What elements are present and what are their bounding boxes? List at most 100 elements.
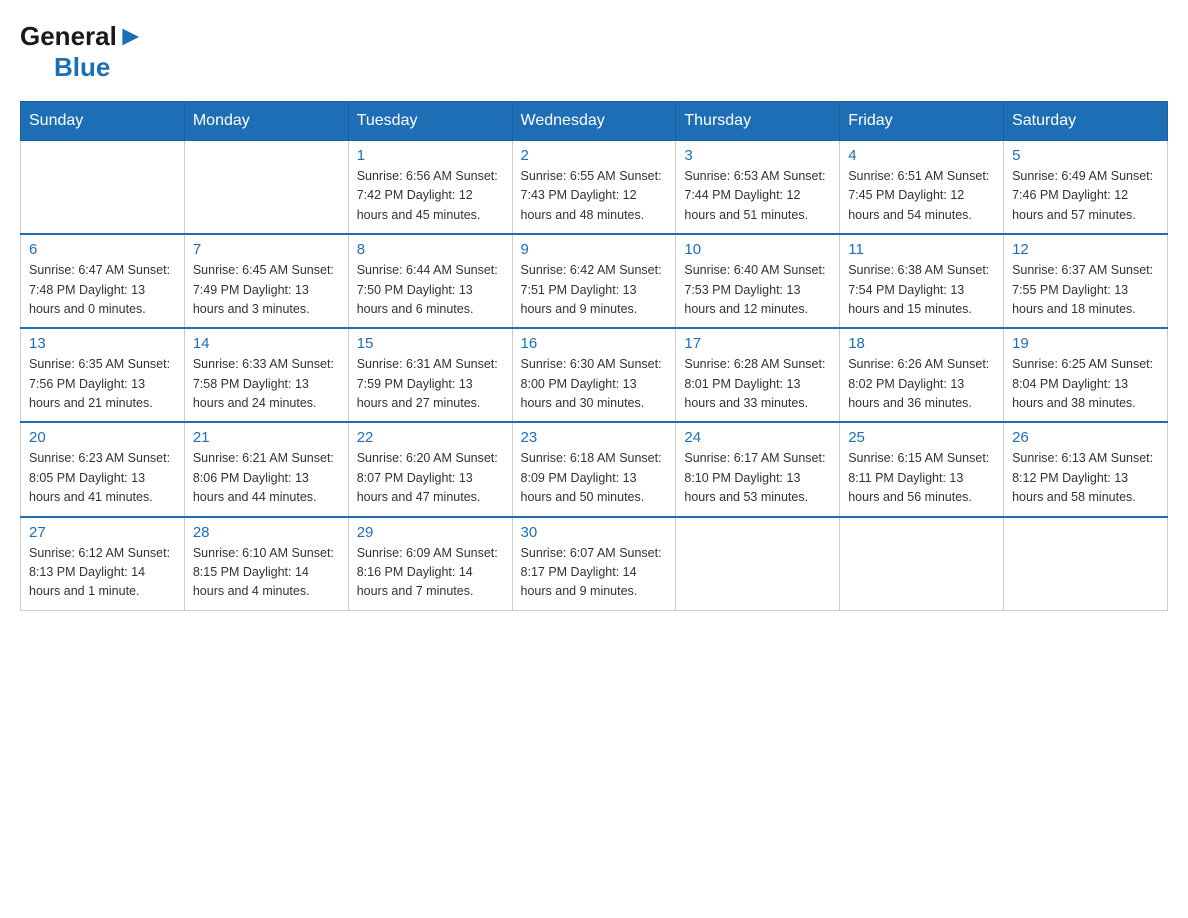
day-info: Sunrise: 6:12 AM Sunset: 8:13 PM Dayligh… [29,544,176,602]
day-info: Sunrise: 6:07 AM Sunset: 8:17 PM Dayligh… [521,544,668,602]
day-number: 18 [848,335,995,352]
day-info: Sunrise: 6:09 AM Sunset: 8:16 PM Dayligh… [357,544,504,602]
calendar-cell: 27 Sunrise: 6:12 AM Sunset: 8:13 PM Dayli… [21,517,185,611]
day-info: Sunrise: 6:13 AM Sunset: 8:12 PM Dayligh… [1012,449,1159,507]
calendar-cell: 4 Sunrise: 6:51 AM Sunset: 7:45 PM Daylig… [840,141,1004,235]
calendar-header-row: SundayMondayTuesdayWednesdayThursdayFrid… [21,102,1168,141]
calendar-cell: 3 Sunrise: 6:53 AM Sunset: 7:44 PM Daylig… [676,141,840,235]
day-info: Sunrise: 6:21 AM Sunset: 8:06 PM Dayligh… [193,449,340,507]
day-number: 8 [357,241,504,258]
calendar-cell: 24 Sunrise: 6:17 AM Sunset: 8:10 PM Dayli… [676,422,840,516]
calendar-cell: 6 Sunrise: 6:47 AM Sunset: 7:48 PM Daylig… [21,234,185,328]
calendar-week-row: 1Sunrise: 6:56 AM Sunset: 7:42 PM Daylig… [21,141,1168,235]
day-info: Sunrise: 6:49 AM Sunset: 7:46 PM Dayligh… [1012,167,1159,225]
day-info: Sunrise: 6:38 AM Sunset: 7:54 PM Dayligh… [848,261,995,319]
col-header-tuesday: Tuesday [348,102,512,141]
day-number: 27 [29,524,176,541]
page-header: General► Blue [20,20,1168,83]
day-info: Sunrise: 6:30 AM Sunset: 8:00 PM Dayligh… [521,355,668,413]
day-info: Sunrise: 6:35 AM Sunset: 7:56 PM Dayligh… [29,355,176,413]
day-info: Sunrise: 6:37 AM Sunset: 7:55 PM Dayligh… [1012,261,1159,319]
day-info: Sunrise: 6:25 AM Sunset: 8:04 PM Dayligh… [1012,355,1159,413]
calendar-cell: 21 Sunrise: 6:21 AM Sunset: 8:06 PM Dayli… [184,422,348,516]
day-number: 25 [848,429,995,446]
day-number: 30 [521,524,668,541]
calendar-cell [1004,517,1168,611]
day-number: 12 [1012,241,1159,258]
calendar-cell: 22 Sunrise: 6:20 AM Sunset: 8:07 PM Dayli… [348,422,512,516]
day-number: 24 [684,429,831,446]
day-number: 10 [684,241,831,258]
calendar-cell [676,517,840,611]
day-info: Sunrise: 6:28 AM Sunset: 8:01 PM Dayligh… [684,355,831,413]
calendar-cell: 11 Sunrise: 6:38 AM Sunset: 7:54 PM Dayli… [840,234,1004,328]
day-number: 6 [29,241,176,258]
day-info: Sunrise: 6:18 AM Sunset: 8:09 PM Dayligh… [521,449,668,507]
day-info: Sunrise: 6:10 AM Sunset: 8:15 PM Dayligh… [193,544,340,602]
col-header-thursday: Thursday [676,102,840,141]
calendar-cell: 8 Sunrise: 6:44 AM Sunset: 7:50 PM Daylig… [348,234,512,328]
logo-general-text: General [20,21,117,52]
day-info: Sunrise: 6:51 AM Sunset: 7:45 PM Dayligh… [848,167,995,225]
col-header-wednesday: Wednesday [512,102,676,141]
day-number: 15 [357,335,504,352]
day-number: 13 [29,335,176,352]
day-number: 9 [521,241,668,258]
day-number: 4 [848,147,995,164]
logo-blue-text: Blue [54,52,110,83]
day-number: 29 [357,524,504,541]
day-number: 23 [521,429,668,446]
day-info: Sunrise: 6:44 AM Sunset: 7:50 PM Dayligh… [357,261,504,319]
calendar-cell: 15 Sunrise: 6:31 AM Sunset: 7:59 PM Dayli… [348,328,512,422]
day-info: Sunrise: 6:47 AM Sunset: 7:48 PM Dayligh… [29,261,176,319]
calendar-cell: 13 Sunrise: 6:35 AM Sunset: 7:56 PM Dayli… [21,328,185,422]
day-number: 26 [1012,429,1159,446]
calendar-cell: 20 Sunrise: 6:23 AM Sunset: 8:05 PM Dayli… [21,422,185,516]
day-info: Sunrise: 6:26 AM Sunset: 8:02 PM Dayligh… [848,355,995,413]
day-number: 17 [684,335,831,352]
logo: General► Blue [20,20,145,83]
day-info: Sunrise: 6:17 AM Sunset: 8:10 PM Dayligh… [684,449,831,507]
day-number: 11 [848,241,995,258]
day-info: Sunrise: 6:33 AM Sunset: 7:58 PM Dayligh… [193,355,340,413]
calendar-cell: 26 Sunrise: 6:13 AM Sunset: 8:12 PM Dayli… [1004,422,1168,516]
calendar-cell [840,517,1004,611]
calendar-cell [21,141,185,235]
calendar-cell: 19Sunrise: 6:25 AM Sunset: 8:04 PM Dayli… [1004,328,1168,422]
day-info: Sunrise: 6:45 AM Sunset: 7:49 PM Dayligh… [193,261,340,319]
calendar-cell [184,141,348,235]
day-number: 22 [357,429,504,446]
day-number: 21 [193,429,340,446]
day-info: Sunrise: 6:23 AM Sunset: 8:05 PM Dayligh… [29,449,176,507]
day-info: Sunrise: 6:15 AM Sunset: 8:11 PM Dayligh… [848,449,995,507]
day-info: Sunrise: 6:31 AM Sunset: 7:59 PM Dayligh… [357,355,504,413]
day-number: 14 [193,335,340,352]
calendar-cell: 10 Sunrise: 6:40 AM Sunset: 7:53 PM Dayli… [676,234,840,328]
day-number: 3 [684,147,831,164]
calendar-week-row: 6 Sunrise: 6:47 AM Sunset: 7:48 PM Daylig… [21,234,1168,328]
day-info: Sunrise: 6:40 AM Sunset: 7:53 PM Dayligh… [684,261,831,319]
calendar-cell: 29 Sunrise: 6:09 AM Sunset: 8:16 PM Dayli… [348,517,512,611]
day-info: Sunrise: 6:56 AM Sunset: 7:42 PM Dayligh… [357,167,504,225]
calendar-cell: 9Sunrise: 6:42 AM Sunset: 7:51 PM Daylig… [512,234,676,328]
day-number: 20 [29,429,176,446]
day-info: Sunrise: 6:20 AM Sunset: 8:07 PM Dayligh… [357,449,504,507]
calendar-cell: 28 Sunrise: 6:10 AM Sunset: 8:15 PM Dayli… [184,517,348,611]
day-number: 16 [521,335,668,352]
calendar-table: SundayMondayTuesdayWednesdayThursdayFrid… [20,101,1168,611]
day-number: 2 [521,147,668,164]
calendar-cell: 5 Sunrise: 6:49 AM Sunset: 7:46 PM Daylig… [1004,141,1168,235]
calendar-week-row: 13 Sunrise: 6:35 AM Sunset: 7:56 PM Dayli… [21,328,1168,422]
calendar-cell: 25 Sunrise: 6:15 AM Sunset: 8:11 PM Dayli… [840,422,1004,516]
calendar-cell: 23 Sunrise: 6:18 AM Sunset: 8:09 PM Dayli… [512,422,676,516]
day-info: Sunrise: 6:55 AM Sunset: 7:43 PM Dayligh… [521,167,668,225]
day-info: Sunrise: 6:53 AM Sunset: 7:44 PM Dayligh… [684,167,831,225]
col-header-sunday: Sunday [21,102,185,141]
calendar-cell: 2 Sunrise: 6:55 AM Sunset: 7:43 PM Daylig… [512,141,676,235]
calendar-cell: 17 Sunrise: 6:28 AM Sunset: 8:01 PM Dayli… [676,328,840,422]
logo-arrow-icon: ► [117,20,145,52]
day-number: 5 [1012,147,1159,164]
calendar-week-row: 27 Sunrise: 6:12 AM Sunset: 8:13 PM Dayli… [21,517,1168,611]
day-number: 28 [193,524,340,541]
calendar-cell: 12 Sunrise: 6:37 AM Sunset: 7:55 PM Dayli… [1004,234,1168,328]
